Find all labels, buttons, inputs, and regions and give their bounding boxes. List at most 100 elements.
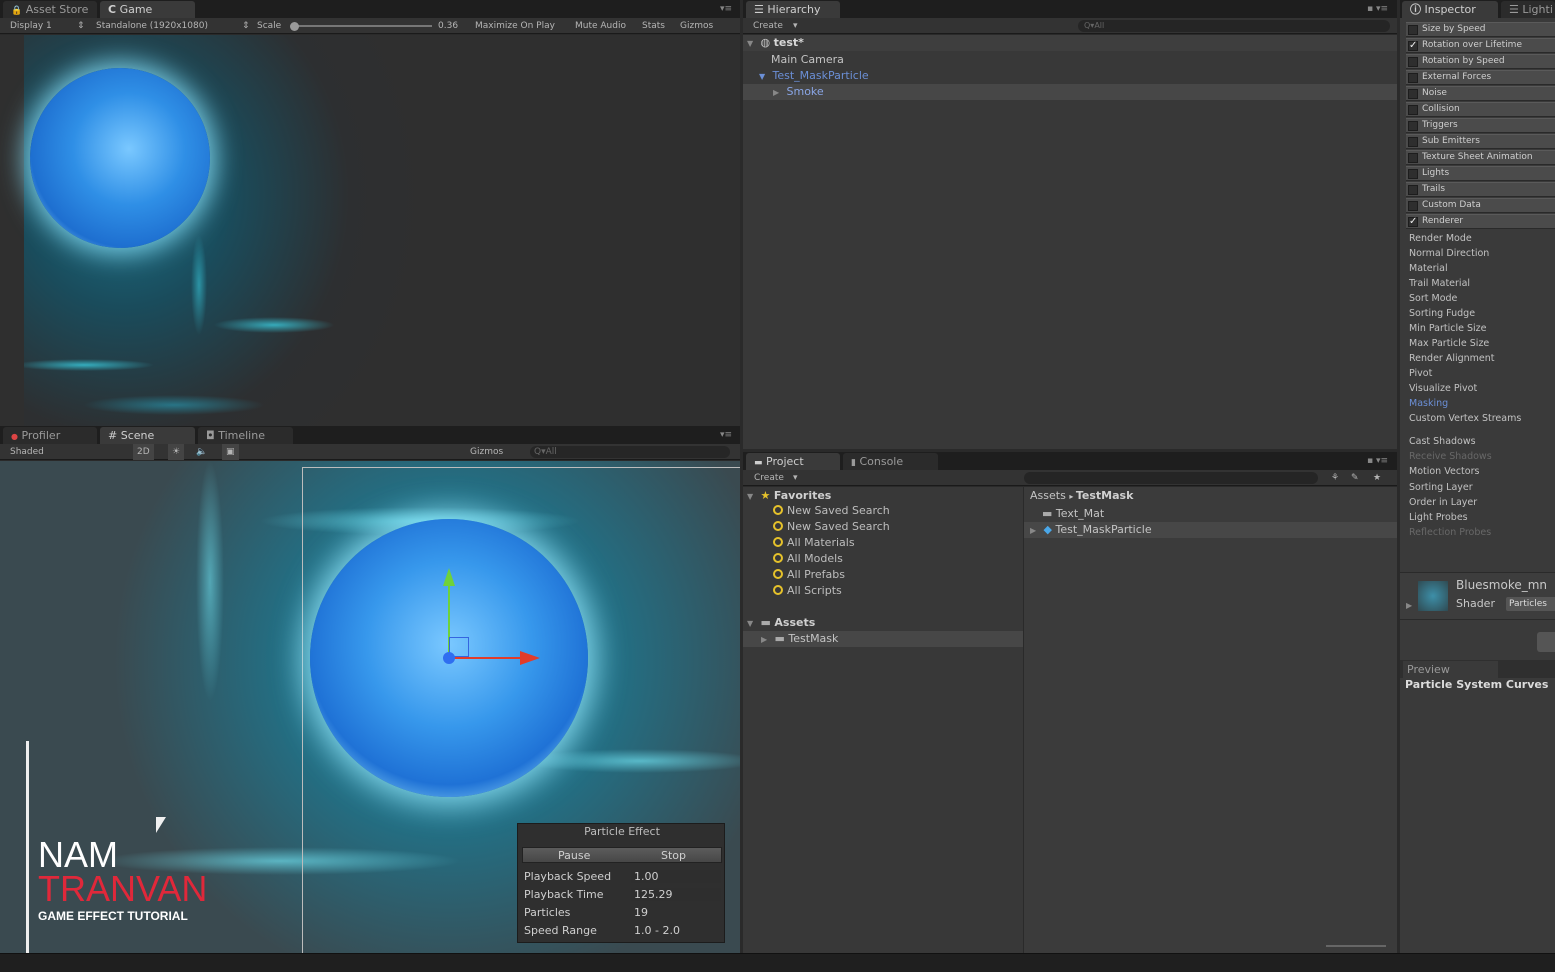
move-gizmo-x-arrow-icon[interactable]	[520, 651, 540, 665]
breadcrumb-root[interactable]: Assets	[1030, 489, 1066, 502]
assets-header[interactable]: ▼ ▬ Assets	[747, 615, 815, 631]
tab-profiler[interactable]: ● Profiler	[3, 427, 97, 444]
add-component-button[interactable]	[1537, 632, 1555, 652]
tab-console[interactable]: ▮ Console	[843, 453, 938, 470]
favorite-item[interactable]: All Materials	[773, 536, 855, 549]
move-gizmo-y-arrow-icon[interactable]	[443, 568, 455, 586]
stats-toggle[interactable]: Stats	[642, 18, 665, 34]
favorite-item[interactable]: All Scripts	[773, 584, 842, 597]
material-foldout-icon[interactable]: ▶	[1406, 601, 1412, 610]
resolution-dropdown[interactable]: Standalone (1920x1080)	[96, 18, 208, 34]
display-dropdown[interactable]: Display 1	[10, 18, 52, 34]
favorite-item[interactable]: All Prefabs	[773, 568, 845, 581]
expand-arrow-icon[interactable]: ▶	[1030, 523, 1040, 539]
module-rotation-by-speed[interactable]: Rotation by Speed	[1406, 54, 1555, 69]
2d-toggle[interactable]: 2D	[133, 444, 154, 460]
favorite-star-icon[interactable]: ★	[1373, 470, 1381, 486]
expand-arrow-icon[interactable]: ▼	[747, 36, 757, 52]
tab-inspector[interactable]: ⓘ Inspector	[1402, 1, 1498, 18]
module-collision[interactable]: Collision	[1406, 102, 1555, 117]
module-rotation-over-lifetime[interactable]: ✓ Rotation over Lifetime	[1406, 38, 1555, 53]
filter-label-icon[interactable]: ✎	[1351, 470, 1359, 486]
module-checkbox[interactable]	[1408, 153, 1418, 163]
create-dropdown[interactable]: Create	[753, 18, 783, 34]
playback-speed-field[interactable]: 1.00	[631, 870, 721, 883]
scene-search-input[interactable]: Q▾All	[530, 446, 730, 458]
module-noise[interactable]: Noise	[1406, 86, 1555, 101]
pause-button[interactable]: Pause	[558, 849, 590, 862]
playback-time-field[interactable]: 125.29	[631, 888, 721, 901]
expand-arrow-icon[interactable]: ▼	[747, 616, 757, 632]
scale-slider[interactable]	[292, 25, 432, 27]
tab-lighting[interactable]: ☰ Lighti	[1501, 1, 1555, 18]
effects-icon[interactable]: ▣	[222, 444, 239, 460]
module-checkbox[interactable]: ✓	[1408, 41, 1418, 51]
module-checkbox[interactable]	[1408, 57, 1418, 67]
tab-game[interactable]: C Game	[100, 1, 195, 18]
module-checkbox[interactable]	[1408, 89, 1418, 99]
gizmos-dropdown[interactable]: Gizmos	[680, 18, 713, 34]
shader-dropdown[interactable]: Particles	[1506, 597, 1555, 611]
hierarchy-search-input[interactable]: Q▾All	[1078, 20, 1390, 32]
favorites-header[interactable]: ▼ ★ Favorites	[747, 488, 831, 504]
module-checkbox[interactable]	[1408, 25, 1418, 35]
tab-asset-store[interactable]: 🔒 Asset Store	[3, 1, 97, 18]
asset-folder-testmask[interactable]: ▶ ▬ TestMask	[743, 631, 1023, 647]
tab-project[interactable]: ▬ Project	[746, 453, 840, 470]
module-checkbox[interactable]	[1408, 121, 1418, 131]
expand-arrow-icon[interactable]: ▼	[747, 489, 757, 505]
panel-menu-icon[interactable]: ▾≡	[720, 4, 732, 14]
module-checkbox[interactable]	[1408, 201, 1418, 211]
preview-tab[interactable]: Preview	[1403, 661, 1498, 678]
stop-button[interactable]: Stop	[661, 849, 686, 862]
hierarchy-item-main-camera[interactable]: Main Camera	[771, 52, 844, 68]
module-custom-data[interactable]: Custom Data	[1406, 198, 1555, 213]
module-checkbox[interactable]	[1408, 137, 1418, 147]
icon-size-slider[interactable]	[1326, 945, 1386, 947]
move-gizmo-center-icon[interactable]	[443, 652, 455, 664]
module-checkbox[interactable]	[1408, 169, 1418, 179]
shading-dropdown[interactable]: Shaded	[10, 444, 125, 460]
tab-scene[interactable]: # Scene	[100, 427, 195, 444]
lighting-icon[interactable]: ☀	[168, 444, 185, 460]
lock-icon[interactable]: ▪ ▾≡	[1367, 4, 1388, 14]
audio-icon[interactable]: 🔈	[196, 444, 207, 460]
maximize-on-play-toggle[interactable]: Maximize On Play	[475, 18, 555, 34]
game-viewport[interactable]	[0, 35, 740, 445]
module-external-forces[interactable]: External Forces	[1406, 70, 1555, 85]
module-trails[interactable]: Trails	[1406, 182, 1555, 197]
lock-icon[interactable]: ▪ ▾≡	[1367, 456, 1388, 466]
asset-item-test-maskparticle[interactable]: ▶ ◆ Test_MaskParticle	[1024, 522, 1397, 538]
module-checkbox[interactable]	[1408, 73, 1418, 83]
module-sub-emitters[interactable]: Sub Emitters	[1406, 134, 1555, 149]
favorite-item[interactable]: New Saved Search	[773, 504, 890, 517]
project-search-input[interactable]	[1024, 472, 1318, 484]
module-size-by-speed[interactable]: Size by Speed	[1406, 22, 1555, 37]
filter-type-icon[interactable]: ⚘	[1331, 470, 1339, 486]
hierarchy-item-test-maskparticle[interactable]: ▼ Test_MaskParticle	[759, 68, 869, 84]
move-gizmo-x-axis-icon[interactable]	[449, 657, 524, 659]
mute-audio-toggle[interactable]: Mute Audio	[575, 18, 626, 34]
module-triggers[interactable]: Triggers	[1406, 118, 1555, 133]
breadcrumb-current[interactable]: TestMask	[1076, 489, 1134, 502]
module-checkbox[interactable]	[1408, 185, 1418, 195]
hierarchy-item-smoke[interactable]: ▶ Smoke	[743, 84, 1397, 100]
expand-arrow-icon[interactable]: ▶	[761, 632, 771, 648]
panel-menu-icon[interactable]: ▾≡	[720, 430, 732, 440]
asset-item-text-mat[interactable]: ▬ Text_Mat	[1042, 506, 1104, 522]
module-checkbox[interactable]: ✓	[1408, 217, 1418, 227]
module-texture-sheet-animation[interactable]: Texture Sheet Animation	[1406, 150, 1555, 165]
module-renderer[interactable]: ✓ Renderer	[1406, 214, 1555, 229]
scene-root-row[interactable]: ▼ ◍ test*	[743, 35, 1397, 51]
favorite-item[interactable]: All Models	[773, 552, 843, 565]
tab-timeline[interactable]: ◘ Timeline	[198, 427, 293, 444]
create-dropdown[interactable]: Create	[754, 470, 784, 486]
tab-hierarchy[interactable]: ☰ Hierarchy	[746, 1, 840, 18]
expand-arrow-icon[interactable]: ▶	[773, 85, 783, 101]
module-lights[interactable]: Lights	[1406, 166, 1555, 181]
gizmos-dropdown[interactable]: Gizmos	[470, 444, 503, 460]
scale-slider-thumb[interactable]	[290, 22, 299, 31]
module-checkbox[interactable]	[1408, 105, 1418, 115]
favorite-item[interactable]: New Saved Search	[773, 520, 890, 533]
expand-arrow-icon[interactable]: ▼	[759, 69, 769, 85]
